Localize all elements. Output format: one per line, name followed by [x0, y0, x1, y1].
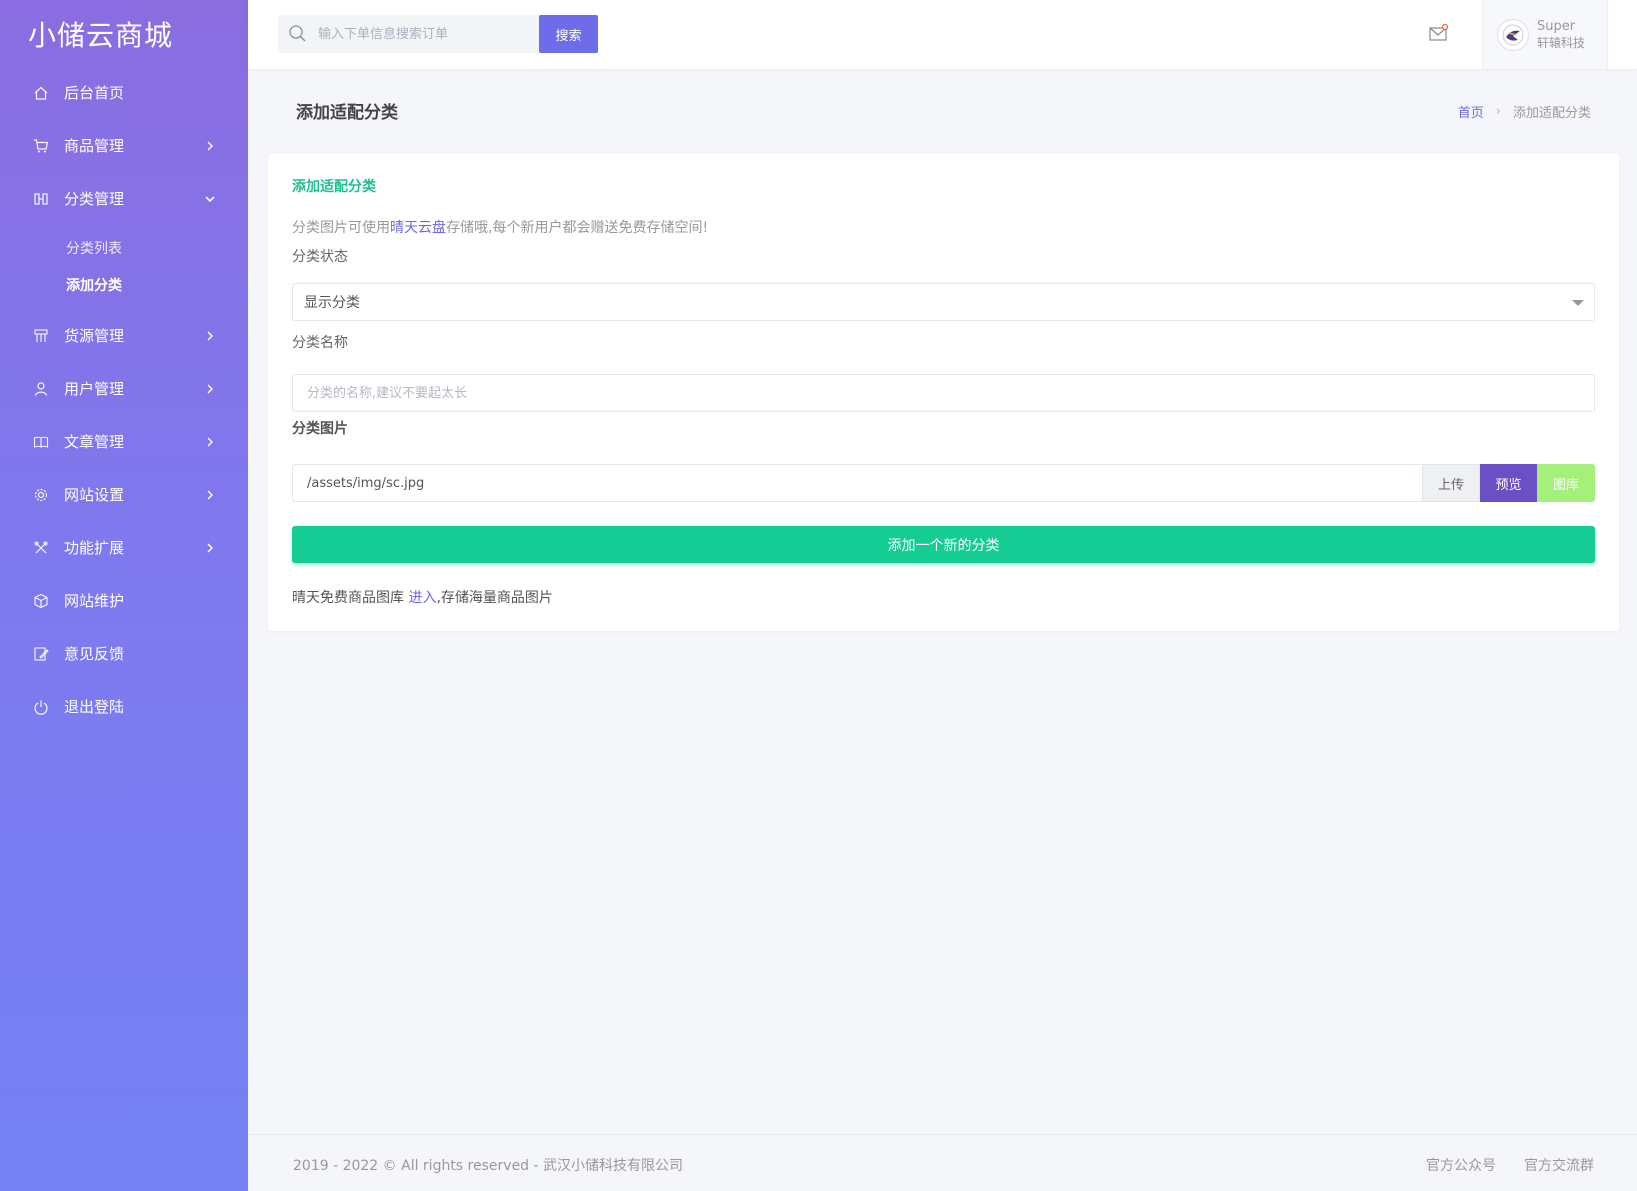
status-label: 分类状态 [292, 249, 348, 265]
status-select[interactable]: 显示分类 [292, 283, 1595, 321]
image-path-input[interactable] [292, 464, 1422, 502]
search-box [278, 15, 546, 53]
chevron-right-icon [204, 436, 216, 448]
gear-icon [32, 486, 50, 504]
add-category-submit-button[interactable]: 添加一个新的分类 [292, 526, 1595, 563]
sidebar-item-label: 网站维护 [64, 592, 125, 610]
sidebar-item-label: 货源管理 [64, 327, 125, 345]
image-label: 分类图片 [292, 421, 348, 437]
sidebar-item-label: 网站设置 [64, 486, 125, 504]
sidebar-subitem-category-list[interactable]: 分类列表 [0, 229, 248, 266]
book-icon [32, 433, 50, 451]
chevron-right-icon [204, 542, 216, 554]
notice-prefix: 分类图片可使用 [292, 220, 390, 236]
status-selected-value: 显示分类 [304, 295, 360, 311]
image-input-group: 上传 预览 图库 [292, 464, 1595, 502]
sidebar-item-extensions[interactable]: 功能扩展 [0, 521, 248, 574]
tools-icon [32, 539, 50, 557]
sidebar-item-home[interactable]: 后台首页 [0, 66, 248, 119]
sidebar-item-maintenance[interactable]: 网站维护 [0, 574, 248, 627]
footer: 2019 - 2022 © All rights reserved - 武汉小储… [248, 1134, 1637, 1191]
sidebar-item-label: 退出登陆 [64, 698, 125, 716]
sidebar-nav: 后台首页 商品管理 分类管理 分类列表 添加分类 货源管理 用户管理 文章管理 … [0, 66, 248, 733]
enter-gallery-link[interactable]: 进入 [408, 590, 436, 606]
grid-icon [32, 327, 50, 345]
power-icon [32, 698, 50, 716]
breadcrumb-separator-icon: › [1495, 104, 1501, 119]
sidebar-item-label: 后台首页 [64, 84, 125, 102]
chevron-right-icon [204, 330, 216, 342]
sidebar-item-label: 意见反馈 [64, 645, 125, 663]
sidebar-item-label: 文章管理 [64, 433, 125, 451]
sidebar-item-label: 商品管理 [64, 137, 125, 155]
brand-logo-text[interactable]: 小储云商城 [0, 0, 248, 66]
upload-button[interactable]: 上传 [1422, 464, 1480, 502]
cube-icon [32, 592, 50, 610]
notice-suffix: 存储哦,每个新用户都会赠送免费存储空间! [446, 220, 709, 236]
search-icon [288, 23, 310, 45]
sidebar-item-articles[interactable]: 文章管理 [0, 415, 248, 468]
preview-button[interactable]: 预览 [1480, 464, 1537, 502]
sidebar-subitem-add-category[interactable]: 添加分类 [0, 266, 248, 303]
user-company: 轩辕科技 [1537, 35, 1586, 50]
sidebar-item-users[interactable]: 用户管理 [0, 362, 248, 415]
columns-icon [32, 190, 50, 208]
caret-down-icon [1572, 300, 1584, 306]
sidebar-item-feedback[interactable]: 意见反馈 [0, 627, 248, 680]
gallery-tip: 晴天免费商品图库 进入,存储海量商品图片 [292, 587, 553, 607]
sidebar-item-label: 用户管理 [64, 380, 125, 398]
breadcrumb-current: 添加适配分类 [1512, 106, 1591, 121]
page-title: 添加适配分类 [296, 103, 398, 123]
breadcrumb-home-link[interactable]: 首页 [1458, 102, 1484, 121]
card-title: 添加适配分类 [292, 179, 376, 195]
category-name-input[interactable] [292, 374, 1595, 412]
user-name: Super [1537, 18, 1576, 34]
sidebar-item-products[interactable]: 商品管理 [0, 119, 248, 172]
categories-subnav: 分类列表 添加分类 [0, 225, 248, 309]
add-category-card: 添加适配分类 分类图片可使用晴天云盘存储哦,每个新用户都会赠送免费存储空间! 分… [268, 154, 1619, 631]
home-icon [32, 84, 50, 102]
official-group-link[interactable]: 官方交流群 [1524, 1155, 1594, 1175]
breadcrumb: 首页 › 添加适配分类 [1458, 102, 1591, 121]
sidebar-item-label: 功能扩展 [64, 539, 125, 557]
chevron-down-icon [204, 193, 216, 205]
storage-notice: 分类图片可使用晴天云盘存储哦,每个新用户都会赠送免费存储空间! [292, 217, 708, 237]
search-button[interactable]: 搜索 [539, 15, 598, 53]
sidebar-item-categories[interactable]: 分类管理 [0, 172, 248, 225]
tip-prefix: 晴天免费商品图库 [292, 590, 409, 606]
feedback-icon [32, 645, 50, 663]
search-input[interactable] [318, 26, 538, 42]
user-icon [32, 380, 50, 398]
sidebar: 小储云商城 后台首页 商品管理 分类管理 分类列表 添加分类 货源管理 用户管理… [0, 0, 248, 1191]
sidebar-item-site-settings[interactable]: 网站设置 [0, 468, 248, 521]
sidebar-item-logout[interactable]: 退出登陆 [0, 680, 248, 733]
cart-icon [32, 137, 50, 155]
cloud-disk-link[interactable]: 晴天云盘 [390, 220, 446, 236]
chevron-right-icon [204, 489, 216, 501]
footer-links: 官方公众号 官方交流群 [1426, 1155, 1594, 1175]
mail-icon[interactable] [1428, 23, 1450, 43]
chevron-right-icon [204, 383, 216, 395]
user-menu[interactable]: Super 轩辕科技 [1482, 0, 1608, 69]
sidebar-item-label: 分类管理 [64, 190, 125, 208]
official-account-link[interactable]: 官方公众号 [1426, 1155, 1496, 1175]
gallery-button[interactable]: 图库 [1537, 464, 1595, 502]
tip-suffix: ,存储海量商品图片 [436, 590, 553, 606]
chevron-right-icon [204, 140, 216, 152]
avatar [1497, 18, 1529, 51]
name-label: 分类名称 [292, 335, 348, 351]
sidebar-item-sources[interactable]: 货源管理 [0, 309, 248, 362]
copyright: 2019 - 2022 © All rights reserved - 武汉小储… [293, 1158, 684, 1174]
topbar: 搜索 Super 轩辕科技 [248, 0, 1637, 69]
